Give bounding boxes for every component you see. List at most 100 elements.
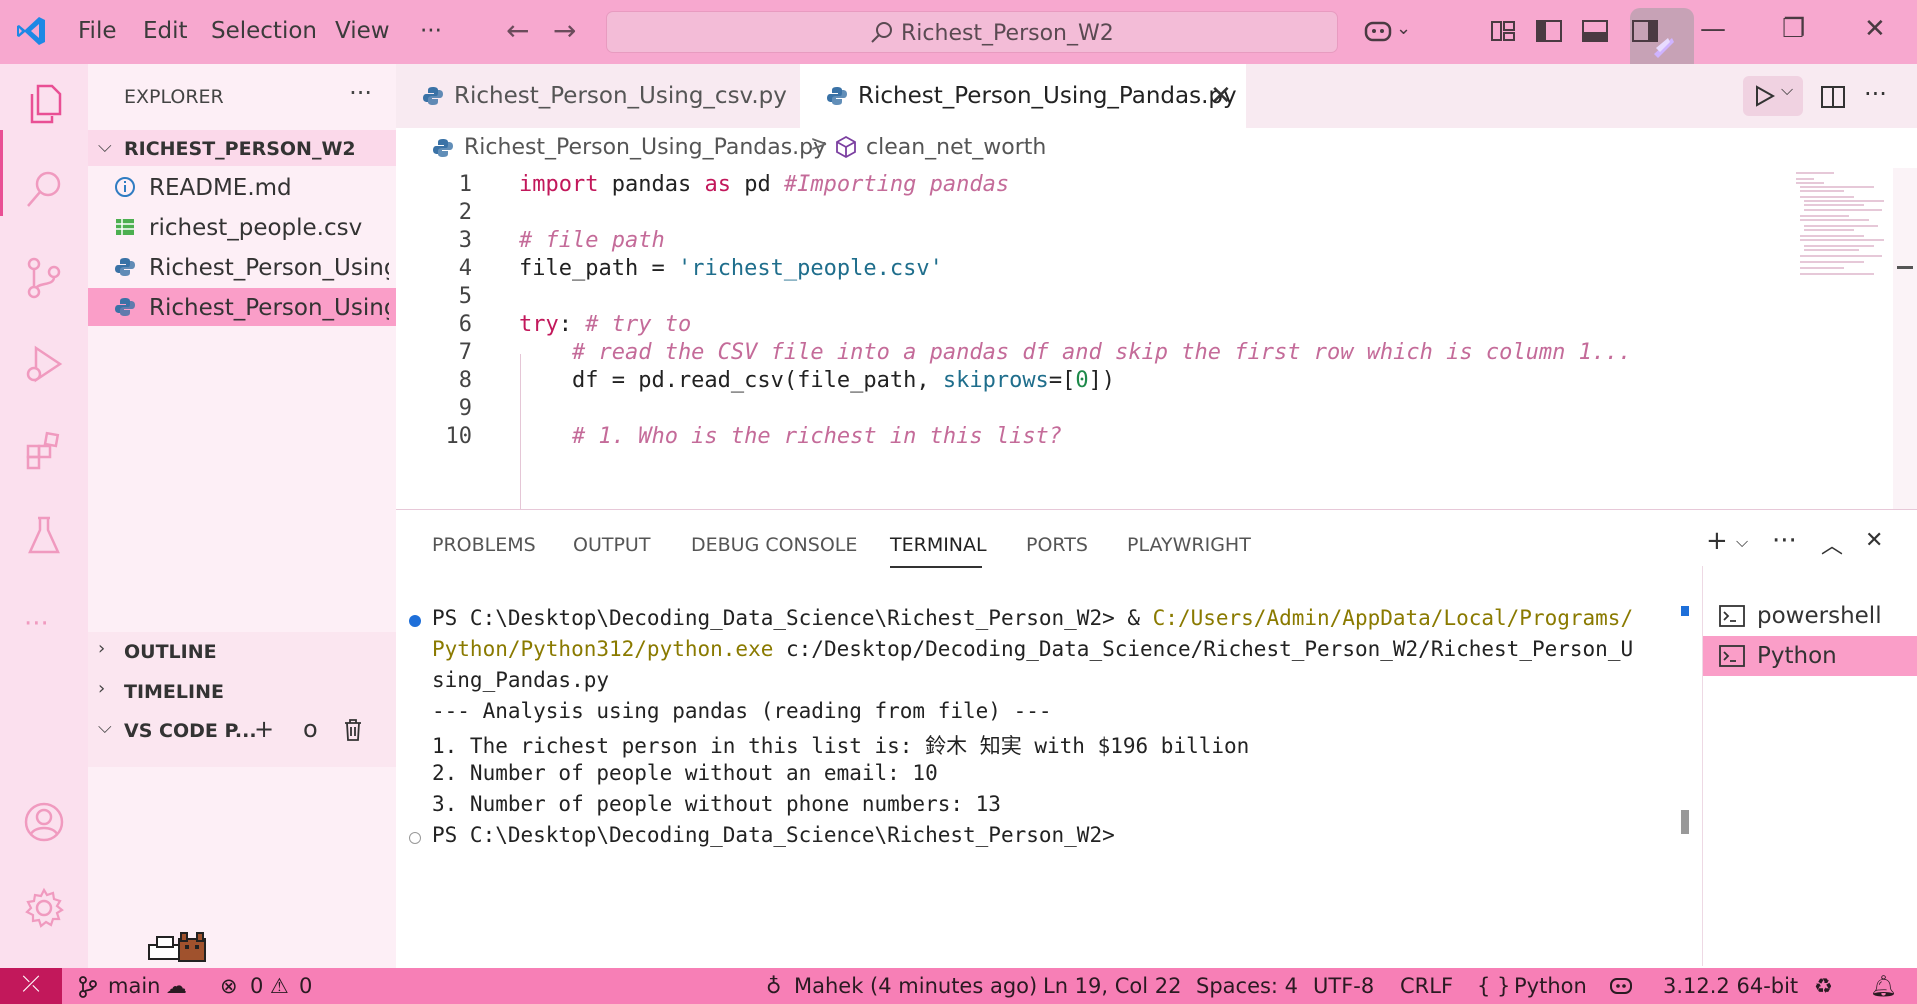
minimap[interactable] — [1788, 168, 1893, 509]
tab-csv-py[interactable]: Richest_Person_Using_csv.py — [396, 64, 800, 128]
encoding[interactable]: UTF-8 — [1313, 974, 1374, 998]
menu-edit[interactable]: Edit — [143, 18, 188, 44]
terminal-item-python[interactable]: Python — [1703, 636, 1917, 676]
remote-indicator[interactable]: ⤫ — [0, 968, 62, 1004]
command-center-search[interactable]: Richest_Person_W2 — [606, 11, 1338, 53]
file-label: Richest_Person_Using... — [149, 295, 389, 321]
terminal-scrollbar[interactable] — [1678, 570, 1692, 968]
menu-file[interactable]: File — [78, 18, 117, 44]
toggle-sidebar-icon[interactable] — [1533, 15, 1565, 47]
breadcrumb-symbol[interactable]: clean_net_worth — [866, 135, 1046, 160]
circle-icon[interactable]: o — [303, 715, 318, 743]
back-arrow-icon[interactable]: ← — [506, 14, 529, 47]
copilot-icon[interactable] — [1608, 974, 1634, 998]
explorer-icon[interactable] — [20, 80, 68, 128]
terminal-item-powershell[interactable]: powershell — [1703, 596, 1917, 636]
file-py-pandas[interactable]: Richest_Person_Using... — [88, 288, 396, 326]
menu-selection[interactable]: Selection — [211, 18, 317, 44]
tab-terminal[interactable]: TERMINAL — [890, 534, 987, 556]
folder-label: RICHEST_PERSON_W2 — [124, 138, 356, 160]
restore-icon[interactable]: ❐ — [1782, 14, 1805, 44]
chevron-down-icon[interactable]: ⌵ — [1736, 532, 1748, 552]
line-number: 1 — [458, 172, 472, 197]
tab-pandas-py[interactable]: Richest_Person_Using_Pandas.py ✕ — [800, 64, 1246, 128]
feedback-icon[interactable]: ♻ — [1814, 974, 1833, 998]
language-mode[interactable]: Python — [1514, 974, 1587, 998]
sync-cloud-icon[interactable]: ☁ — [166, 974, 187, 998]
testing-flask-icon[interactable] — [20, 512, 68, 560]
line-number: 3 — [458, 228, 472, 253]
overlay-app-icon[interactable] — [1646, 30, 1682, 66]
terminal-label: powershell — [1757, 603, 1882, 629]
section-vscode-p[interactable]: ⌵ VS CODE P... + o — [88, 711, 396, 747]
terminal-icon — [1719, 605, 1745, 627]
command-success-dot — [409, 615, 421, 627]
forward-arrow-icon[interactable]: → — [553, 14, 576, 47]
close-panel-icon[interactable]: ✕ — [1865, 528, 1883, 553]
menu-more[interactable]: ··· — [420, 18, 442, 44]
error-icon[interactable]: ⊗ — [220, 974, 238, 998]
new-terminal-icon[interactable]: + — [1706, 526, 1728, 556]
editor-more-icon[interactable]: ··· — [1864, 80, 1887, 108]
copilot-dropdown-icon[interactable]: ⌄ — [1396, 18, 1411, 39]
maximize-panel-icon[interactable]: ︿ — [1821, 528, 1843, 560]
close-window-icon[interactable]: ✕ — [1864, 14, 1886, 44]
file-readme[interactable]: README.md — [88, 168, 396, 206]
terminal-icon — [1719, 645, 1745, 667]
git-blame[interactable]: Mahek (4 minutes ago) — [794, 974, 1037, 998]
run-debug-icon[interactable] — [20, 340, 68, 388]
section-timeline[interactable]: › TIMELINE — [88, 672, 396, 708]
warning-icon[interactable]: ⚠ — [270, 974, 289, 998]
indentation[interactable]: Spaces: 4 — [1196, 974, 1298, 998]
folder-root[interactable]: ⌵ RICHEST_PERSON_W2 — [88, 130, 396, 166]
customize-layout-icon[interactable] — [1487, 15, 1519, 47]
chevron-down-icon[interactable]: ⌵ — [1781, 80, 1793, 100]
file-csv[interactable]: richest_people.csv — [88, 208, 396, 246]
command-pending-dot — [409, 832, 421, 844]
python-interpreter[interactable]: 3.12.2 64-bit — [1663, 974, 1798, 998]
cursor-position[interactable]: Ln 19, Col 22 — [1043, 974, 1182, 998]
notifications-bell-icon[interactable]: 🔔︎ — [1870, 974, 1897, 999]
more-views-icon[interactable]: ··· — [24, 609, 49, 639]
menu-view[interactable]: View — [335, 18, 390, 44]
tab-output[interactable]: OUTPUT — [573, 534, 650, 556]
copilot-icon[interactable] — [1362, 15, 1394, 47]
extensions-icon[interactable] — [20, 426, 68, 474]
tab-debug-console[interactable]: DEBUG CONSOLE — [691, 534, 857, 556]
explorer-more-icon[interactable]: ··· — [349, 79, 372, 107]
account-icon[interactable] — [20, 798, 68, 846]
code-editor[interactable]: 1 import pandas as pd #Importing pandas … — [396, 168, 1788, 509]
editor-scrollbar[interactable] — [1893, 168, 1917, 509]
split-editor-icon[interactable] — [1820, 84, 1846, 110]
panel-more-icon[interactable]: ··· — [1772, 526, 1797, 556]
warning-count[interactable]: 0 — [299, 974, 312, 998]
terminal-output[interactable]: PS C:\Desktop\Decoding_Data_Science\Rich… — [396, 606, 1678, 966]
settings-gear-icon[interactable] — [20, 884, 68, 932]
minimize-icon[interactable]: — — [1700, 14, 1726, 44]
breadcrumb-file[interactable]: Richest_Person_Using_Pandas.py — [464, 135, 826, 160]
scroll-thumb[interactable] — [1681, 810, 1689, 834]
error-count[interactable]: 0 — [250, 974, 263, 998]
tab-playwright[interactable]: PLAYWRIGHT — [1127, 534, 1251, 556]
tab-ports[interactable]: PORTS — [1026, 534, 1088, 556]
section-label: TIMELINE — [124, 681, 224, 703]
search-label: Richest_Person_W2 — [901, 21, 1114, 46]
source-control-icon[interactable] — [20, 254, 68, 302]
toggle-panel-icon[interactable] — [1579, 15, 1611, 47]
run-python-button[interactable]: ⌵ — [1743, 76, 1803, 116]
pet-mascot-icon — [148, 932, 206, 962]
trash-icon[interactable] — [342, 718, 364, 742]
code-line: 10 # 1. Who is the richest in this list? — [396, 420, 1788, 454]
explorer-title: EXPLORER — [124, 86, 224, 108]
end-of-line[interactable]: CRLF — [1400, 974, 1453, 998]
tab-problems[interactable]: PROBLEMS — [432, 534, 536, 556]
minimap-preview — [1796, 172, 1884, 275]
git-branch[interactable]: main — [108, 974, 160, 998]
search-icon[interactable] — [20, 166, 68, 214]
add-icon[interactable]: + — [254, 715, 274, 743]
section-outline[interactable]: › OUTLINE — [88, 632, 396, 668]
close-tab-icon[interactable]: ✕ — [1210, 81, 1232, 111]
git-branch-icon — [79, 976, 97, 998]
vscode-logo-icon[interactable] — [14, 14, 48, 48]
file-py-csv[interactable]: Richest_Person_Using... — [88, 248, 396, 286]
